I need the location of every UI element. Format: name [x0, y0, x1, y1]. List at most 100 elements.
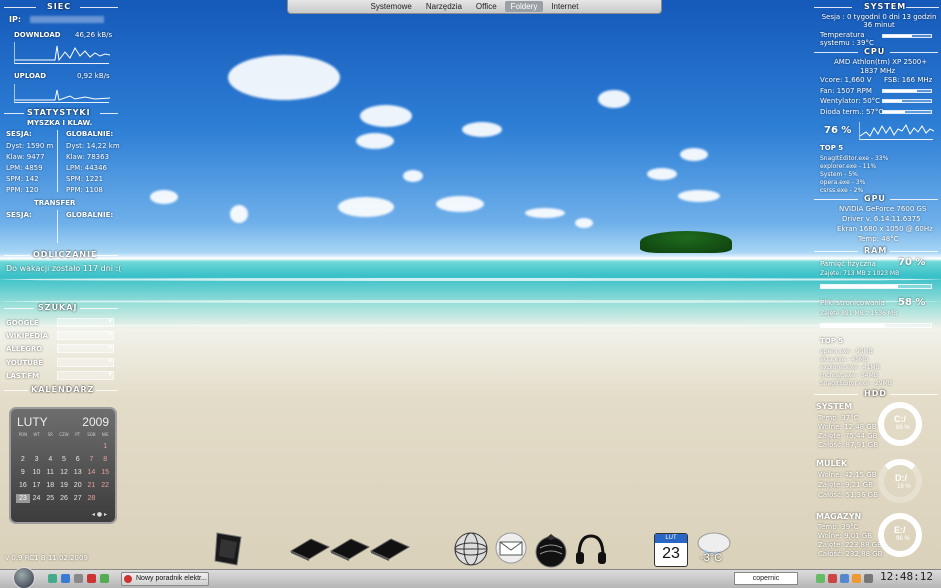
calendar-day[interactable]: 22: [98, 481, 112, 490]
calendar-day[interactable]: 11: [43, 468, 57, 477]
drive-d-icon[interactable]: [329, 537, 371, 561]
start-button[interactable]: [13, 567, 35, 588]
calendar-day[interactable]: 24: [30, 494, 44, 503]
calendar-day[interactable]: 27: [71, 494, 85, 503]
search-icon[interactable]: [74, 574, 83, 583]
divider: [906, 7, 939, 8]
sesja-label: SESJA:: [6, 130, 32, 138]
top-launcher-bar: Systemowe Narzędzia Office Foldery Inter…: [287, 0, 662, 14]
calendar-nav-icon[interactable]: ◂ ● ▸: [92, 511, 107, 518]
calendar-day[interactable]: 15: [98, 468, 112, 477]
calendar-day[interactable]: 23: [16, 494, 30, 503]
cloud: [230, 205, 248, 223]
cloud: [525, 208, 565, 218]
tab-foldery[interactable]: Foldery: [504, 1, 544, 12]
cpu-usage: 76 %: [824, 125, 852, 136]
tab-systemowe[interactable]: Systemowe: [365, 1, 418, 12]
calendar-day[interactable]: 20: [71, 481, 85, 490]
cloud: [360, 105, 412, 127]
tray-icon[interactable]: [852, 574, 861, 583]
hdd-c-ring[interactable]: [878, 402, 922, 446]
island: [640, 231, 732, 253]
headphones-icon[interactable]: [573, 532, 609, 568]
calendar-app-month: LUT: [655, 534, 687, 543]
calendar-day[interactable]: 9: [16, 468, 30, 477]
sesja-lpm: LPM: 4859: [6, 164, 43, 172]
system-title: SYSTEM: [864, 2, 907, 11]
sesja-dyst: Dyst: 1590 m: [6, 142, 54, 150]
calendar-day[interactable]: 10: [30, 468, 44, 477]
calendar-day[interactable]: 26: [57, 494, 71, 503]
gpu-screen: Ekran 1680 x 1050 @ 60Hz: [837, 225, 933, 233]
calendar-widget[interactable]: LUTY 2009 PON WT ŚR CZW PT SOB NIE 1 2 3 4 5 6 7 8 9 10…: [9, 407, 117, 524]
tray-icon[interactable]: [828, 574, 837, 583]
left-sidebar: SIEC IP: DOWNLOAD 46,26 kB/s UPLOAD 0,92…: [0, 0, 122, 588]
app-quicklaunch-icon[interactable]: [100, 574, 109, 583]
hdd-e-pct: 96 %: [896, 536, 910, 542]
calendar-day[interactable]: 5: [57, 455, 71, 464]
divider: [92, 255, 118, 256]
tab-office[interactable]: Office: [470, 1, 503, 12]
ram-physical-bar: [820, 284, 932, 289]
hdd-e-ring[interactable]: [878, 513, 922, 557]
calendar-day[interactable]: 17: [30, 481, 44, 490]
ram-physical-bar-fill: [821, 285, 898, 288]
cpu-top5-item: opera.exe - 3%: [820, 179, 866, 186]
show-desktop-icon[interactable]: [48, 574, 57, 583]
clock[interactable]: 12:48:12: [880, 570, 933, 583]
calendar-day[interactable]: 25: [43, 494, 57, 503]
calendar-day[interactable]: 7: [85, 455, 99, 464]
hdd-system-total: Całość: 87,91 GB: [818, 441, 879, 449]
fan-bar-fill: [883, 90, 917, 92]
opera-quicklaunch-icon[interactable]: [87, 574, 96, 583]
google-search-input[interactable]: [57, 317, 114, 327]
calendar-day[interactable]: 12: [57, 468, 71, 477]
copernic-search-input[interactable]: copernic: [734, 572, 798, 585]
glob-dyst: Dyst: 14,22 km: [66, 142, 120, 150]
wikipedia-search-input[interactable]: [57, 330, 114, 340]
calendar-app-day: 23: [662, 545, 680, 562]
calendar-day[interactable]: 13: [71, 468, 85, 477]
calendar-day[interactable]: 8: [98, 455, 112, 464]
tray-icon[interactable]: [864, 574, 873, 583]
allegro-search-input[interactable]: [57, 343, 114, 353]
search-youtube-label: YOUTUBE: [6, 359, 44, 367]
ie-icon[interactable]: [61, 574, 70, 583]
transfer-globalnie-label: GLOBALNIE:: [66, 211, 114, 219]
calendar-day[interactable]: 2: [16, 455, 30, 464]
tray-icon[interactable]: [816, 574, 825, 583]
tray-icon[interactable]: [840, 574, 849, 583]
calendar-day[interactable]: 1: [98, 442, 112, 451]
tab-internet[interactable]: Internet: [545, 1, 584, 12]
lastfm-search-input[interactable]: [57, 370, 114, 380]
tab-narzedzia[interactable]: Narzędzia: [420, 1, 468, 12]
ram-top5-item: explorer.exe - 41MB: [820, 364, 880, 371]
mail-icon[interactable]: [492, 532, 530, 564]
recycle-bin-icon[interactable]: [211, 531, 247, 567]
cpu-top5-item: System - 5%: [820, 171, 858, 178]
calendar-day[interactable]: 16: [16, 481, 30, 490]
taskbar-window-button[interactable]: Nowy poradnik elektr...: [121, 572, 209, 586]
calendar-day[interactable]: 28: [85, 494, 99, 503]
youtube-search-input[interactable]: [57, 357, 114, 367]
calendar-app-icon[interactable]: LUT 23: [654, 533, 688, 567]
weather-widget[interactable]: -3°C: [694, 530, 732, 566]
calendar-day[interactable]: 18: [43, 481, 57, 490]
version-text: v 0.9 RC1 B 11.02.2009: [5, 554, 88, 562]
sesja-klaw: Klaw: 9477: [6, 153, 45, 161]
calendar-day[interactable]: 14: [85, 468, 99, 477]
divider: [100, 113, 118, 114]
calendar-day[interactable]: 3: [30, 455, 44, 464]
calendar-day[interactable]: 4: [43, 455, 57, 464]
cpu-graph-line: [859, 123, 935, 137]
ram-physical-pct: 70 %: [898, 257, 926, 268]
calendar-day[interactable]: 21: [85, 481, 99, 490]
glob-spm: SPM: 1221: [66, 175, 104, 183]
calendar-day[interactable]: 19: [57, 481, 71, 490]
calendar-day[interactable]: 6: [71, 455, 85, 464]
drive-c-icon[interactable]: [289, 537, 331, 561]
tomato-media-icon[interactable]: [532, 532, 570, 568]
gpu-title: GPU: [864, 194, 886, 203]
drive-e-icon[interactable]: [369, 537, 411, 561]
globe-icon[interactable]: [452, 530, 490, 568]
